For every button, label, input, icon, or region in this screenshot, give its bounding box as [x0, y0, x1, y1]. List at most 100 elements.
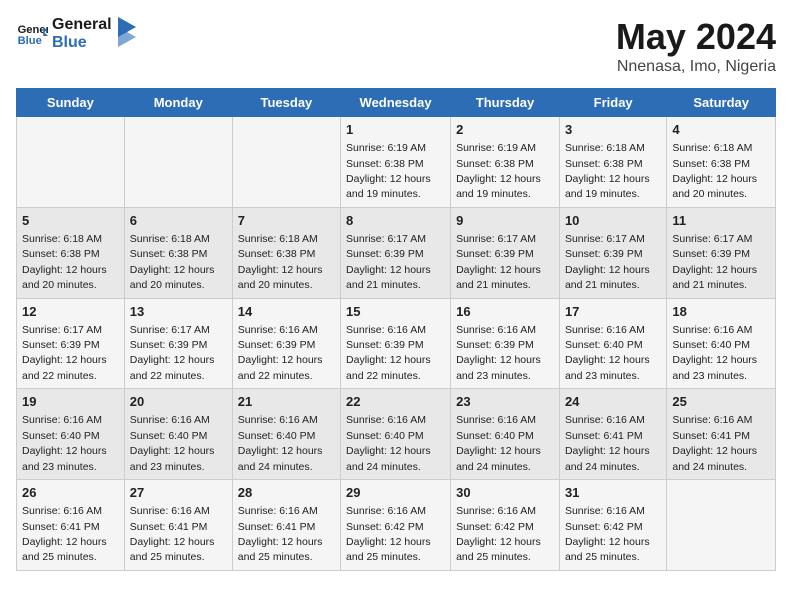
header-cell-friday: Friday: [559, 89, 666, 117]
day-number: 17: [565, 303, 661, 321]
day-number: 21: [238, 393, 335, 411]
week-row-1: 1 Sunrise: 6:19 AMSunset: 6:38 PMDaylight…: [17, 117, 776, 208]
day-info: Sunrise: 6:18 AMSunset: 6:38 PMDaylight:…: [238, 233, 323, 291]
day-cell: 22Sunrise: 6:16 AMSunset: 6:40 PMDayligh…: [341, 389, 451, 480]
day-info: Sunrise: 6:16 AMSunset: 6:40 PMDaylight:…: [238, 414, 323, 472]
day-info: Sunrise: 6:16 AMSunset: 6:39 PMDaylight:…: [238, 324, 323, 382]
day-info: Sunrise: 6:18 AMSunset: 6:38 PMDaylight:…: [130, 233, 215, 291]
day-number: 19: [22, 393, 119, 411]
day-info: Sunrise: 6:17 AMSunset: 6:39 PMDaylight:…: [565, 233, 650, 291]
day-cell: 2 Sunrise: 6:19 AMSunset: 6:38 PMDaylight…: [451, 117, 560, 208]
header-cell-monday: Monday: [124, 89, 232, 117]
page-title: May 2024: [616, 16, 776, 58]
day-number: 9: [456, 212, 554, 230]
day-cell: [17, 117, 125, 208]
day-info: Sunrise: 6:16 AMSunset: 6:39 PMDaylight:…: [456, 324, 541, 382]
day-cell: 23 Sunrise: 6:16 AMSunset: 6:40 PMDayligh…: [451, 389, 560, 480]
logo-general: General: [52, 16, 112, 34]
day-info: Sunrise: 6:16 AMSunset: 6:40 PMDaylight:…: [565, 324, 650, 382]
day-number: 20: [130, 393, 227, 411]
day-cell: 10Sunrise: 6:17 AMSunset: 6:39 PMDayligh…: [559, 207, 666, 298]
week-row-3: 12 Sunrise: 6:17 AMSunset: 6:39 PMDayligh…: [17, 298, 776, 389]
day-info: Sunrise: 6:18 AMSunset: 6:38 PMDaylight:…: [672, 142, 757, 200]
day-info: Sunrise: 6:17 AMSunset: 6:39 PMDaylight:…: [130, 324, 215, 382]
day-info: Sunrise: 6:19 AMSunset: 6:38 PMDaylight:…: [456, 142, 541, 200]
day-info: Sunrise: 6:16 AMSunset: 6:42 PMDaylight:…: [346, 505, 431, 563]
day-cell: 25Sunrise: 6:16 AMSunset: 6:41 PMDayligh…: [667, 389, 776, 480]
day-info: Sunrise: 6:16 AMSunset: 6:42 PMDaylight:…: [565, 505, 650, 563]
day-number: 2: [456, 121, 554, 139]
day-number: 28: [238, 484, 335, 502]
day-number: 18: [672, 303, 770, 321]
day-cell: [124, 117, 232, 208]
day-number: 6: [130, 212, 227, 230]
day-cell: 7 Sunrise: 6:18 AMSunset: 6:38 PMDaylight…: [232, 207, 340, 298]
day-cell: 11 Sunrise: 6:17 AMSunset: 6:39 PMDayligh…: [667, 207, 776, 298]
page-subtitle: Nnenasa, Imo, Nigeria: [616, 58, 776, 76]
day-info: Sunrise: 6:17 AMSunset: 6:39 PMDaylight:…: [22, 324, 107, 382]
day-info: Sunrise: 6:16 AMSunset: 6:41 PMDaylight:…: [565, 414, 650, 472]
day-info: Sunrise: 6:17 AMSunset: 6:39 PMDaylight:…: [672, 233, 757, 291]
day-number: 15: [346, 303, 445, 321]
day-number: 26: [22, 484, 119, 502]
day-number: 27: [130, 484, 227, 502]
day-cell: 28 Sunrise: 6:16 AMSunset: 6:41 PMDayligh…: [232, 480, 340, 571]
day-number: 13: [130, 303, 227, 321]
day-number: 16: [456, 303, 554, 321]
day-info: Sunrise: 6:16 AMSunset: 6:41 PMDaylight:…: [22, 505, 107, 563]
week-row-4: 19 Sunrise: 6:16 AMSunset: 6:40 PMDayligh…: [17, 389, 776, 480]
day-cell: 19 Sunrise: 6:16 AMSunset: 6:40 PMDayligh…: [17, 389, 125, 480]
day-cell: 24 Sunrise: 6:16 AMSunset: 6:41 PMDayligh…: [559, 389, 666, 480]
day-cell: 12 Sunrise: 6:17 AMSunset: 6:39 PMDayligh…: [17, 298, 125, 389]
day-number: 31: [565, 484, 661, 502]
calendar-table: SundayMondayTuesdayWednesdayThursdayFrid…: [16, 88, 776, 571]
day-info: Sunrise: 6:17 AMSunset: 6:39 PMDaylight:…: [456, 233, 541, 291]
day-cell: 27 Sunrise: 6:16 AMSunset: 6:41 PMDayligh…: [124, 480, 232, 571]
day-cell: 26 Sunrise: 6:16 AMSunset: 6:41 PMDayligh…: [17, 480, 125, 571]
header-cell-saturday: Saturday: [667, 89, 776, 117]
day-info: Sunrise: 6:16 AMSunset: 6:40 PMDaylight:…: [456, 414, 541, 472]
logo: General Blue General Blue: [16, 16, 136, 53]
week-row-5: 26 Sunrise: 6:16 AMSunset: 6:41 PMDayligh…: [17, 480, 776, 571]
day-info: Sunrise: 6:16 AMSunset: 6:41 PMDaylight:…: [672, 414, 757, 472]
day-cell: 6 Sunrise: 6:18 AMSunset: 6:38 PMDaylight…: [124, 207, 232, 298]
day-number: 23: [456, 393, 554, 411]
day-cell: 16 Sunrise: 6:16 AMSunset: 6:39 PMDayligh…: [451, 298, 560, 389]
title-block: May 2024 Nnenasa, Imo, Nigeria: [616, 16, 776, 76]
day-cell: 9 Sunrise: 6:17 AMSunset: 6:39 PMDaylight…: [451, 207, 560, 298]
day-number: 24: [565, 393, 661, 411]
day-cell: 29 Sunrise: 6:16 AMSunset: 6:42 PMDayligh…: [341, 480, 451, 571]
day-number: 4: [672, 121, 770, 139]
header-row: SundayMondayTuesdayWednesdayThursdayFrid…: [17, 89, 776, 117]
logo-arrow-icon: [118, 17, 136, 47]
day-cell: 17 Sunrise: 6:16 AMSunset: 6:40 PMDayligh…: [559, 298, 666, 389]
logo-blue: Blue: [52, 34, 112, 52]
day-cell: 13 Sunrise: 6:17 AMSunset: 6:39 PMDayligh…: [124, 298, 232, 389]
day-cell: 8Sunrise: 6:17 AMSunset: 6:39 PMDaylight…: [341, 207, 451, 298]
day-info: Sunrise: 6:16 AMSunset: 6:40 PMDaylight:…: [22, 414, 107, 472]
day-info: Sunrise: 6:16 AMSunset: 6:41 PMDaylight:…: [238, 505, 323, 563]
day-number: 29: [346, 484, 445, 502]
day-info: Sunrise: 6:16 AMSunset: 6:41 PMDaylight:…: [130, 505, 215, 563]
day-cell: 31 Sunrise: 6:16 AMSunset: 6:42 PMDayligh…: [559, 480, 666, 571]
day-number: 12: [22, 303, 119, 321]
day-info: Sunrise: 6:18 AMSunset: 6:38 PMDaylight:…: [565, 142, 650, 200]
day-cell: 4 Sunrise: 6:18 AMSunset: 6:38 PMDaylight…: [667, 117, 776, 208]
page-header: General Blue General Blue May 2024 Nnena…: [16, 16, 776, 76]
day-number: 1: [346, 121, 445, 139]
day-number: 8: [346, 212, 445, 230]
day-cell: 1 Sunrise: 6:19 AMSunset: 6:38 PMDaylight…: [341, 117, 451, 208]
day-number: 5: [22, 212, 119, 230]
week-row-2: 5 Sunrise: 6:18 AMSunset: 6:38 PMDaylight…: [17, 207, 776, 298]
day-cell: [667, 480, 776, 571]
day-info: Sunrise: 6:16 AMSunset: 6:40 PMDaylight:…: [346, 414, 431, 472]
day-number: 14: [238, 303, 335, 321]
svg-text:Blue: Blue: [18, 35, 42, 47]
day-number: 11: [672, 212, 770, 230]
day-cell: 30Sunrise: 6:16 AMSunset: 6:42 PMDayligh…: [451, 480, 560, 571]
day-cell: 14 Sunrise: 6:16 AMSunset: 6:39 PMDayligh…: [232, 298, 340, 389]
day-number: 7: [238, 212, 335, 230]
day-info: Sunrise: 6:19 AMSunset: 6:38 PMDaylight:…: [346, 142, 431, 200]
day-info: Sunrise: 6:16 AMSunset: 6:42 PMDaylight:…: [456, 505, 541, 563]
day-cell: [232, 117, 340, 208]
